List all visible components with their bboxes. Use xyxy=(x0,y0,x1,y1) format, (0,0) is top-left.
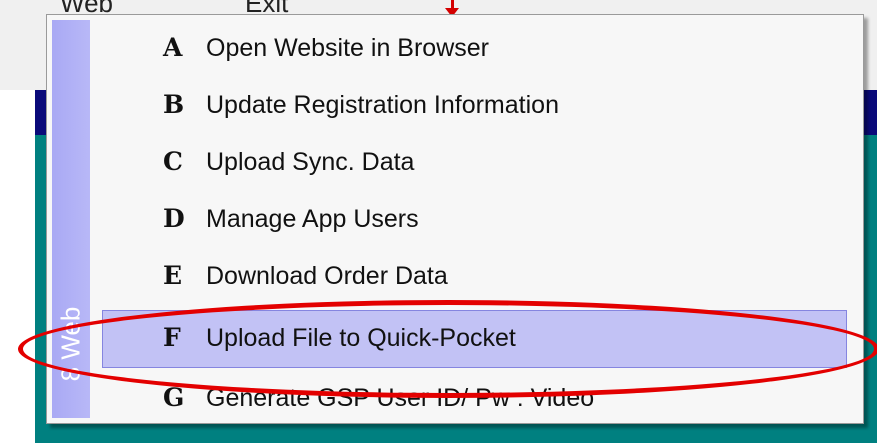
menu-item-key: A xyxy=(163,33,183,62)
popup-sidebar-label-box: 8 Web xyxy=(52,284,90,404)
annotation-arrow xyxy=(445,0,459,17)
screenshot-stage: Web Exit 8 Web A Open Website in Browser… xyxy=(0,0,877,443)
menu-item-key: G xyxy=(163,383,185,412)
menu-item-label: Manage App Users xyxy=(206,205,419,233)
menu-item-manage-app-users[interactable]: D Manage App Users xyxy=(102,198,847,242)
menu-item-key: C xyxy=(163,147,183,176)
menu-item-upload-sync-data[interactable]: C Upload Sync. Data xyxy=(102,141,847,185)
menu-item-key: F xyxy=(163,323,181,352)
menu-item-label: Upload Sync. Data xyxy=(206,148,415,176)
menu-item-update-registration[interactable]: B Update Registration Information xyxy=(102,84,847,128)
menu-item-generate-gsp-user-id[interactable]: G Generate GSP User ID/ Pw : Video xyxy=(102,377,847,421)
menu-item-label: Update Registration Information xyxy=(206,91,559,119)
menu-item-label: Download Order Data xyxy=(206,262,448,290)
menu-item-key: D xyxy=(163,204,185,233)
menu-item-open-website[interactable]: A Open Website in Browser xyxy=(102,27,847,71)
menu-item-label: Open Website in Browser xyxy=(206,34,489,62)
web-popup-menu: 8 Web A Open Website in Browser B Update… xyxy=(46,14,864,424)
menu-item-key: B xyxy=(163,90,185,119)
menu-item-key: E xyxy=(163,261,183,290)
menu-item-label: Generate GSP User ID/ Pw : Video xyxy=(206,384,595,412)
popup-sidebar: 8 Web xyxy=(52,20,90,418)
popup-sidebar-label: 8 Web xyxy=(55,306,86,382)
menu-item-download-order-data[interactable]: E Download Order Data xyxy=(102,255,847,299)
menu-item-label: Upload File to Quick-Pocket xyxy=(206,324,516,352)
menu-item-upload-file-quick-pocket[interactable]: F Upload File to Quick-Pocket xyxy=(102,310,847,368)
